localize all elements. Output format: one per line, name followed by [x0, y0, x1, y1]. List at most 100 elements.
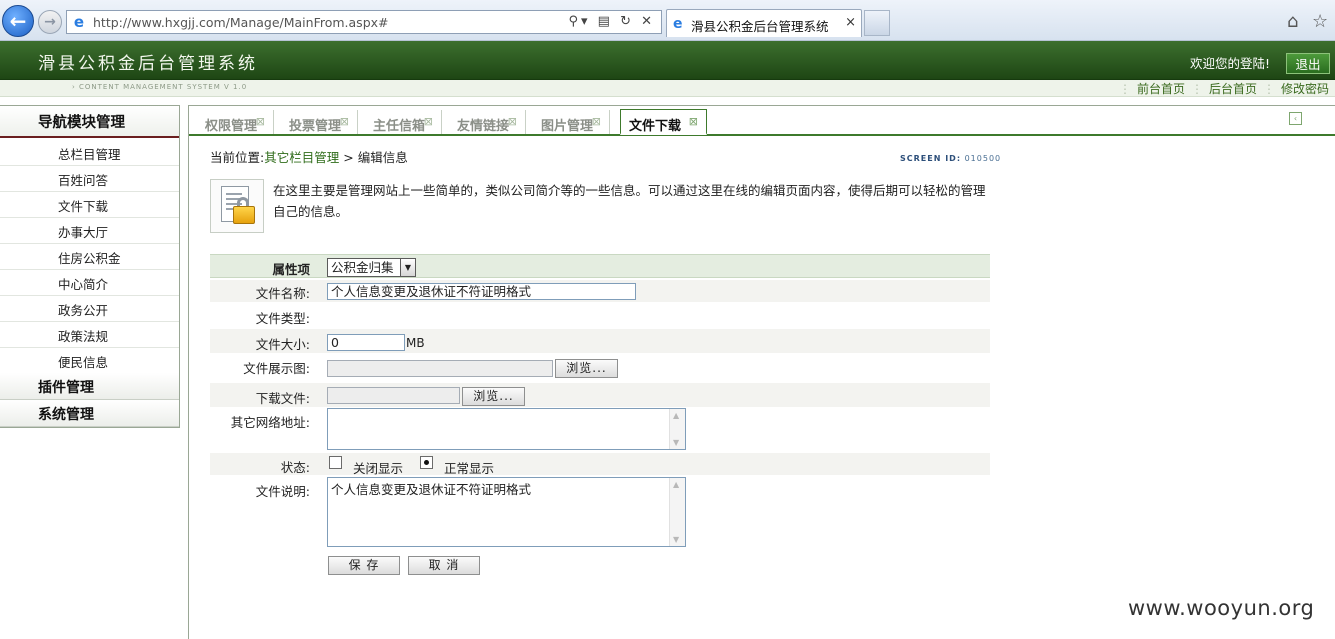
form-row-attribute: 属性项 公积金归集 ▼	[210, 254, 990, 278]
file-name-input[interactable]: 个人信息变更及退休证不符证明格式	[327, 283, 636, 300]
description-text: 个人信息变更及退休证不符证明格式	[331, 482, 532, 497]
sidebar-item-label: 便民信息	[58, 355, 109, 370]
sidebar-group-plugins[interactable]: 插件管理	[0, 373, 179, 400]
save-button[interactable]: 保 存	[328, 556, 400, 575]
url-text[interactable]: http://www.hxgjj.com/Manage/MainFrom.asp…	[93, 15, 389, 30]
form-row-description: 文件说明: 个人信息变更及退休证不符证明格式	[210, 477, 990, 547]
collapse-icon[interactable]: ‹	[1289, 112, 1302, 125]
browser-tab[interactable]: e 滑县公积金后台管理系统 ×	[666, 9, 862, 37]
browser-toolbar: ← → e http://www.hxgjj.com/Manage/MainFr…	[0, 0, 1335, 41]
description-textarea[interactable]: 个人信息变更及退休证不符证明格式	[327, 477, 686, 547]
status-off-label: 关闭显示	[353, 461, 404, 476]
cms-caption: › CONTENT MANAGEMENT SYSTEM V 1.0	[72, 83, 248, 91]
forward-icon[interactable]: →	[38, 10, 62, 34]
tab-close-icon[interactable]: ⊠	[689, 115, 698, 128]
admin-home-link[interactable]: 后台首页	[1209, 82, 1257, 96]
tab-label: 图片管理	[541, 119, 594, 134]
preview-image-file-input[interactable]	[327, 360, 553, 377]
download-file-input[interactable]	[327, 387, 460, 404]
logout-button[interactable]: 退出	[1286, 53, 1330, 74]
ie-tab-icon: e	[673, 16, 683, 32]
screen-id: SCREEN ID: 010500	[900, 154, 1001, 163]
status-off-radio[interactable]	[329, 456, 342, 469]
tab-close-icon[interactable]: ⊠	[340, 115, 349, 128]
tab-close-icon[interactable]: ⊠	[508, 115, 517, 128]
tab-links[interactable]: 友情链接 ⊠	[443, 110, 526, 134]
screen-id-label: SCREEN ID:	[900, 154, 962, 163]
sidebar-item-qa[interactable]: 百姓问答	[0, 165, 179, 192]
scrollbar[interactable]	[669, 478, 685, 546]
status-on-label: 正常显示	[444, 461, 495, 476]
front-home-link[interactable]: 前台首页	[1137, 82, 1185, 96]
tab-close-icon[interactable]: ⊠	[592, 115, 601, 128]
sidebar-item-label: 文件下载	[58, 199, 109, 214]
address-actions[interactable]: ⚲▾ ▤ ↻ ✕	[568, 14, 655, 29]
attribute-select-value: 公积金归集	[331, 260, 394, 275]
screen-id-value: 010500	[964, 154, 1002, 163]
other-url-label: 其它网络地址:	[230, 415, 310, 430]
app-header: 滑县公积金后台管理系统 欢迎您的登陆! 退出	[0, 41, 1335, 80]
download-browse-button[interactable]: 浏览...	[462, 387, 525, 406]
sidebar-item-gov-affairs[interactable]: 政务公开	[0, 295, 179, 322]
address-bar[interactable]: e http://www.hxgjj.com/Manage/MainFrom.a…	[66, 10, 662, 34]
info-description: 在这里主要是管理网站上一些简单的，类似公司简介等的一些信息。可以通过这里在线的编…	[273, 183, 986, 219]
download-file-label: 下载文件:	[255, 391, 310, 406]
form-row-type: 文件类型:	[210, 304, 990, 326]
other-url-textarea[interactable]	[327, 408, 686, 450]
file-name-label: 文件名称:	[255, 286, 310, 301]
sidebar-item-column-management[interactable]: 总栏目管理	[0, 139, 179, 166]
attribute-select[interactable]: 公积金归集 ▼	[327, 258, 416, 277]
form-row-download: 下载文件: 浏览...	[210, 383, 990, 407]
description-label: 文件说明:	[255, 484, 310, 499]
breadcrumb-separator: >	[343, 150, 354, 165]
new-tab-button[interactable]	[864, 10, 890, 36]
form-row-size: 文件大小: 0 MB	[210, 329, 990, 353]
tab-permissions[interactable]: 权限管理 ⊠	[191, 110, 274, 134]
sidebar-item-label: 政务公开	[58, 303, 109, 318]
tab-voting[interactable]: 投票管理 ⊠	[275, 110, 358, 134]
breadcrumb-link[interactable]: 其它栏目管理	[264, 150, 339, 165]
sidebar-item-label: 总栏目管理	[58, 147, 121, 162]
sidebar-item-policy[interactable]: 政策法规	[0, 321, 179, 348]
preview-browse-button[interactable]: 浏览...	[555, 359, 618, 378]
tab-strip: 权限管理 ⊠ 投票管理 ⊠ 主任信箱 ⊠ 友情链接 ⊠ 图片管理 ⊠ 文件下载 ⊠ ‹	[189, 106, 1335, 136]
tab-close-icon[interactable]: ×	[845, 15, 856, 30]
top-links: ⋮ 前台首页 ⋮ 后台首页 ⋮ 修改密码	[1118, 82, 1329, 96]
file-size-unit: MB	[406, 336, 425, 350]
home-icon[interactable]: ⌂	[1287, 11, 1298, 32]
scrollbar[interactable]	[669, 409, 685, 449]
favorites-star-icon[interactable]: ☆	[1312, 11, 1328, 32]
tab-label: 友情链接	[457, 119, 510, 134]
status-on-radio[interactable]	[420, 456, 433, 469]
attribute-label: 属性项	[272, 262, 310, 277]
sidebar-item-label: 办事大厅	[58, 225, 109, 240]
cancel-button[interactable]: 取 消	[408, 556, 480, 575]
file-size-label: 文件大小:	[255, 337, 310, 352]
tab-label: 主任信箱	[373, 119, 426, 134]
sidebar: 导航模块管理 总栏目管理 百姓问答 文件下载 办事大厅 住房公积金 中心简介 政…	[0, 105, 180, 428]
tab-mailbox[interactable]: 主任信箱 ⊠	[359, 110, 442, 134]
sidebar-item-housing-fund[interactable]: 住房公积金	[0, 243, 179, 270]
chevron-down-icon[interactable]: ▼	[400, 259, 415, 276]
sidebar-item-center-intro[interactable]: 中心简介	[0, 269, 179, 296]
file-size-input[interactable]: 0	[327, 334, 405, 351]
sidebar-title[interactable]: 导航模块管理	[0, 106, 179, 138]
sidebar-item-service-hall[interactable]: 办事大厅	[0, 217, 179, 244]
status-label: 状态:	[280, 460, 310, 475]
lock-document-icon	[210, 179, 264, 233]
tab-close-icon[interactable]: ⊠	[256, 115, 265, 128]
file-type-label: 文件类型:	[255, 311, 310, 326]
back-icon[interactable]: ←	[2, 5, 34, 37]
breadcrumb: 当前位置:其它栏目管理 > 编辑信息	[210, 147, 408, 166]
sidebar-group-system[interactable]: 系统管理	[0, 400, 179, 427]
sidebar-item-file-download[interactable]: 文件下载	[0, 191, 179, 218]
tab-images[interactable]: 图片管理 ⊠	[527, 110, 610, 134]
sidebar-item-label: 住房公积金	[58, 251, 121, 266]
ie-icon: e	[73, 13, 85, 31]
app-title: 滑县公积金后台管理系统	[38, 54, 258, 74]
sidebar-item-convenience[interactable]: 便民信息	[0, 347, 179, 374]
sidebar-item-label: 百姓问答	[58, 173, 109, 188]
change-password-link[interactable]: 修改密码	[1281, 82, 1329, 96]
tab-close-icon[interactable]: ⊠	[424, 115, 433, 128]
tab-file-download[interactable]: 文件下载 ⊠	[620, 109, 707, 135]
